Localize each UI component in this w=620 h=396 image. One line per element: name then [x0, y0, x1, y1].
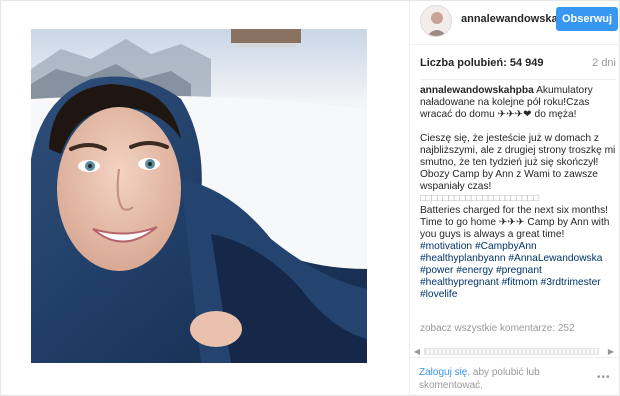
hashtag[interactable]: #energy [456, 265, 493, 276]
hashtag[interactable]: #pregnant [496, 265, 542, 276]
caption-text-5-body: Batteries charged for the next six month… [420, 205, 610, 240]
hashtag[interactable]: #healthypregnant [420, 277, 499, 288]
hashtag[interactable]: #healthyplanbyann [420, 253, 506, 264]
profile-avatar[interactable] [420, 5, 452, 37]
divider [420, 79, 616, 80]
post-footer: Zaloguj się, aby polubić lub skomentować… [409, 357, 620, 396]
follow-button[interactable]: Obserwuj [556, 7, 618, 31]
post-age[interactable]: 2 dni [592, 57, 616, 69]
comments-scrollbar[interactable]: ◀ ▶ [408, 345, 620, 357]
caption-text-2: Cieszę się, że jesteście już w domach z … [420, 133, 616, 168]
post-caption: annalewandowskahpba Akumulatory naładowa… [420, 85, 616, 301]
login-prompt: Zaloguj się, aby polubić lub skomentować… [419, 366, 579, 392]
view-all-comments-link[interactable]: zobacz wszystkie komentarze: 252 [420, 323, 575, 335]
avatar-image [421, 6, 451, 36]
caption-author[interactable]: annalewandowskahpba [420, 85, 534, 96]
post-username[interactable]: annalewandowska.. [461, 13, 564, 25]
login-link[interactable]: Zaloguj się [419, 367, 467, 378]
caption-line-1: annalewandowskahpba Akumulatory naładowa… [420, 85, 616, 121]
scroll-left-icon[interactable]: ◀ [412, 347, 422, 357]
instagram-post: annalewandowska.. Obserwuj Liczba polubi… [0, 0, 620, 396]
hashtag[interactable]: #power [420, 265, 453, 276]
likes-row: Liczba polubień: 54 949 2 dni [420, 57, 616, 73]
hashtag[interactable]: #motivation [420, 241, 472, 252]
caption-text-3: Obozy Camp by Ann z Wami to zawsze wspan… [420, 169, 598, 192]
scroll-track[interactable] [424, 348, 599, 355]
caption-text-5: Batteries charged for the next six month… [420, 205, 616, 301]
likes-count[interactable]: Liczba polubień: 54 949 [420, 57, 543, 69]
hashtag[interactable]: #lovelife [420, 289, 457, 300]
caption-text-4: □□□□□□□□□□□□□□□□□□□□□ [420, 193, 539, 204]
post-header: annalewandowska.. Obserwuj [410, 1, 620, 45]
post-sidebar: annalewandowska.. Obserwuj Liczba polubi… [409, 1, 620, 396]
scroll-right-icon[interactable]: ▶ [606, 347, 616, 357]
hashtag[interactable]: #3rdtrimester [541, 277, 601, 288]
hashtag[interactable]: #fitmom [502, 277, 538, 288]
more-dots-icon[interactable]: ••• [597, 372, 611, 383]
selfie-illustration [31, 29, 367, 363]
hashtag[interactable]: #AnnaLewandowska [508, 253, 602, 264]
comments-area: annalewandowskahpba Akumulatory naładowa… [420, 85, 616, 361]
hashtag[interactable]: #CampbyAnn [475, 241, 537, 252]
post-photo[interactable] [31, 29, 367, 363]
